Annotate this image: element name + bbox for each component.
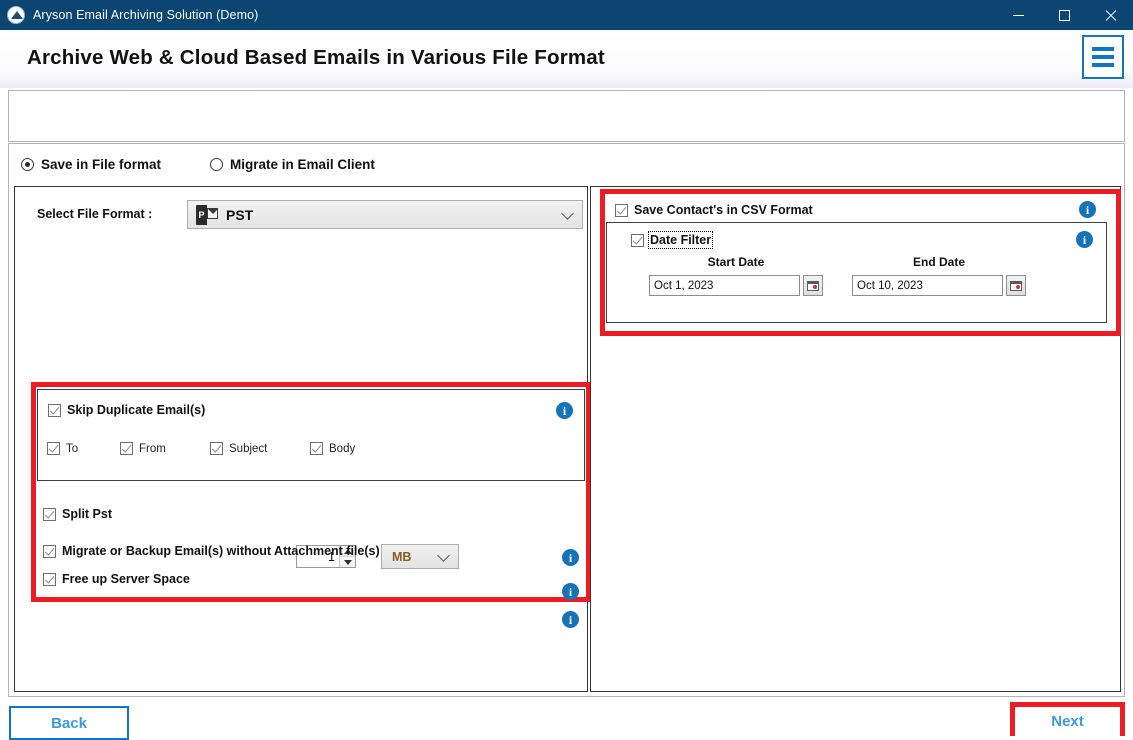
checkbox-save-contacts-csv[interactable]: Save Contact's in CSV Format	[615, 203, 813, 217]
checkbox-checked-icon	[48, 403, 61, 417]
info-icon[interactable]: i	[562, 611, 579, 628]
checkbox-checked-icon	[631, 233, 644, 247]
select-file-format-label: Select File Format :	[37, 207, 153, 221]
start-date-input[interactable]: Oct 1, 2023	[649, 275, 800, 296]
pst-file-icon: P	[196, 204, 218, 225]
checkbox-checked-icon	[310, 442, 323, 455]
hamburger-menu-icon	[1092, 63, 1114, 67]
start-date-label: Start Date	[707, 255, 765, 269]
hamburger-menu-icon	[1092, 47, 1114, 51]
file-format-dropdown[interactable]: P PST	[187, 200, 583, 229]
checkbox-label: Save Contact's in CSV Format	[634, 203, 813, 217]
output-mode-radio-group: Save in File format Migrate in Email Cli…	[21, 157, 424, 172]
hamburger-menu-icon	[1092, 55, 1114, 59]
back-button[interactable]: Back	[9, 706, 129, 740]
info-icon[interactable]: i	[1079, 201, 1096, 218]
info-icon[interactable]: i	[562, 583, 579, 600]
checkbox-checked-icon	[47, 442, 60, 455]
chevron-down-icon	[437, 548, 450, 562]
checkbox-date-filter[interactable]: Date Filter	[631, 231, 714, 249]
info-icon[interactable]: i	[1076, 231, 1093, 248]
radio-unselected-icon	[210, 158, 224, 171]
checkbox-checked-icon	[615, 203, 628, 217]
close-button[interactable]	[1087, 0, 1133, 30]
info-icon[interactable]: i	[556, 402, 573, 419]
end-date-calendar-button[interactable]	[1006, 275, 1026, 296]
checkbox-label: From	[139, 442, 166, 455]
radio-label: Save in File format	[41, 157, 162, 172]
radio-label: Migrate in Email Client	[230, 157, 375, 172]
minimize-button[interactable]	[995, 0, 1041, 30]
checkbox-skip-to[interactable]: To	[47, 442, 78, 455]
radio-migrate-in-email-client[interactable]: Migrate in Email Client	[210, 157, 375, 172]
main-content-area: Save in File format Migrate in Email Cli…	[8, 143, 1125, 697]
checkbox-skip-subject[interactable]: Subject	[210, 442, 267, 455]
maximize-icon	[1058, 9, 1070, 21]
file-format-options-panel: Select File Format : P PST Skip Duplicat…	[14, 186, 591, 692]
checkbox-skip-body[interactable]: Body	[310, 442, 355, 455]
checkbox-label: Skip Duplicate Email(s)	[67, 403, 206, 417]
radio-selected-icon	[21, 158, 34, 171]
checkbox-label: Migrate or Backup Email(s) without Attac…	[62, 544, 380, 558]
checkbox-label: Date Filter	[647, 231, 714, 249]
window-controls	[995, 0, 1133, 30]
checkbox-checked-icon	[120, 442, 133, 455]
next-button-label: Next	[1051, 713, 1084, 730]
checkbox-label: Split Pst	[62, 507, 113, 521]
close-icon	[1104, 9, 1117, 22]
minimize-icon	[1012, 14, 1024, 16]
split-unit-dropdown[interactable]: MB	[381, 544, 459, 569]
checkbox-label: To	[66, 442, 79, 455]
aryson-logo-icon	[7, 6, 25, 24]
maximize-button[interactable]	[1041, 0, 1087, 30]
end-date-label: End Date	[912, 255, 965, 269]
date-filter-group: Date Filter i Start Date Oct 1, 2023 End…	[606, 222, 1107, 323]
skip-duplicate-group: Skip Duplicate Email(s) i To From Subjec…	[37, 389, 585, 481]
split-unit-value: MB	[392, 549, 412, 564]
end-date-input[interactable]: Oct 10, 2023	[852, 275, 1003, 296]
checkbox-without-attachments[interactable]: Migrate or Backup Email(s) without Attac…	[43, 544, 380, 558]
checkbox-checked-icon	[43, 544, 56, 558]
checkbox-free-server-space[interactable]: Free up Server Space	[43, 572, 190, 586]
spinner-down-icon	[343, 559, 352, 565]
chevron-down-icon	[561, 206, 574, 220]
contacts-options-panel: Save Contact's in CSV Format i Date Filt…	[590, 186, 1121, 692]
checkbox-label: Subject	[229, 442, 268, 455]
calendar-icon	[1010, 280, 1022, 291]
checkbox-label: Body	[329, 442, 356, 455]
checkbox-skip-from[interactable]: From	[120, 442, 166, 455]
spinner-down-button[interactable]	[340, 557, 355, 567]
top-info-frame	[8, 90, 1125, 142]
file-format-value: PST	[226, 206, 254, 223]
page-header: Archive Web & Cloud Based Emails in Vari…	[0, 30, 1133, 88]
checkbox-label: Free up Server Space	[62, 572, 190, 586]
checkbox-split-pst[interactable]: Split Pst	[43, 507, 112, 521]
hamburger-menu-button[interactable]	[1082, 35, 1124, 79]
window-titlebar: Aryson Email Archiving Solution (Demo)	[0, 0, 1133, 30]
start-date-column: Start Date Oct 1, 2023	[649, 255, 823, 296]
next-button[interactable]: Next	[1015, 707, 1120, 736]
checkbox-checked-icon	[210, 442, 223, 455]
page-title: Archive Web & Cloud Based Emails in Vari…	[27, 46, 605, 69]
start-date-calendar-button[interactable]	[803, 275, 823, 296]
checkbox-skip-duplicate[interactable]: Skip Duplicate Email(s)	[48, 403, 205, 417]
back-button-label: Back	[51, 714, 87, 732]
info-icon[interactable]: i	[562, 549, 579, 566]
calendar-icon	[807, 280, 819, 291]
checkbox-checked-icon	[43, 507, 56, 521]
file-format-label-row: Select File Format :	[37, 207, 152, 221]
window-title: Aryson Email Archiving Solution (Demo)	[33, 8, 259, 22]
end-date-column: End Date Oct 10, 2023	[852, 255, 1026, 296]
checkbox-checked-icon	[43, 572, 56, 586]
radio-save-in-file-format[interactable]: Save in File format	[21, 157, 161, 172]
